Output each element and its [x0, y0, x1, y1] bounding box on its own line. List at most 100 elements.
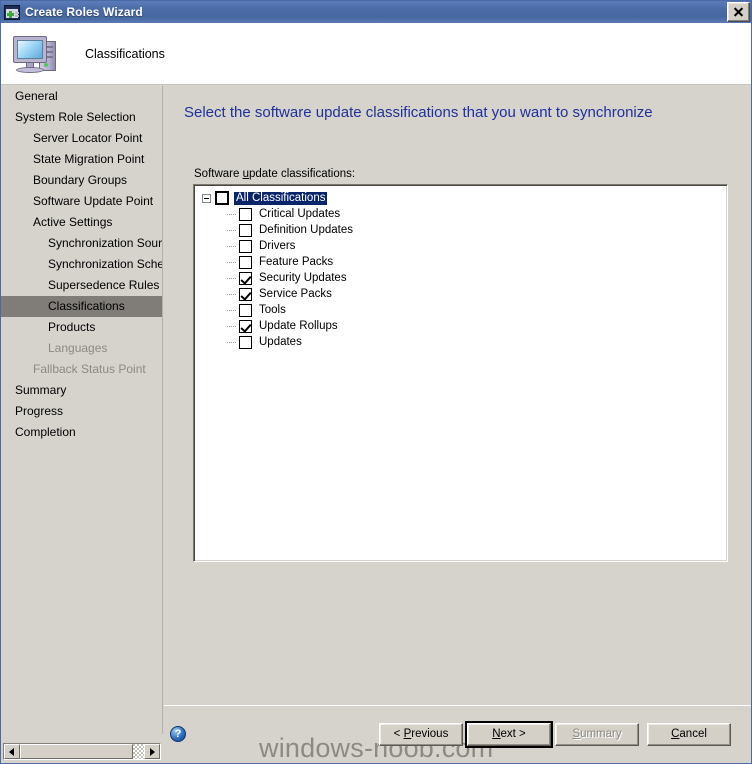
scroll-right-icon[interactable]	[144, 744, 160, 759]
sidebar-item-label: Fallback Status Point	[33, 362, 146, 376]
wizard-footer: ? windows-noob.com < Previous Next > Sum…	[164, 707, 751, 763]
sidebar-item-label: Server Locator Point	[33, 131, 143, 145]
sidebar-item-label: Software Update Point	[33, 194, 154, 208]
tree-item-update-rollups[interactable]: Update Rollups	[194, 318, 727, 334]
sidebar-item-label: State Migration Point	[33, 152, 145, 166]
sidebar-item-general[interactable]: General	[1, 86, 162, 107]
tree-connector-line	[227, 277, 237, 279]
sidebar-item-progress[interactable]: Progress	[1, 401, 162, 422]
sidebar-item-synchronization-schedule[interactable]: Synchronization Schedule	[1, 254, 162, 275]
tree-item-critical-updates[interactable]: Critical Updates	[194, 206, 727, 222]
sidebar-item-boundary-groups[interactable]: Boundary Groups	[1, 170, 162, 191]
tree-connector-line	[227, 309, 237, 311]
checkbox-update-rollups[interactable]	[239, 319, 252, 333]
tree-item-label: Tools	[259, 303, 286, 316]
tree-item-updates[interactable]: Updates	[194, 334, 727, 350]
tree-connector-line	[227, 245, 237, 247]
tree-connector-line	[227, 293, 237, 295]
sidebar-item-label: System Role Selection	[15, 110, 136, 124]
tree-item-security-updates[interactable]: Security Updates	[194, 270, 727, 286]
checkbox-definition-updates[interactable]	[239, 223, 252, 237]
classifications-tree[interactable]: All Classifications Critical Updates Defin…	[193, 184, 728, 562]
window-titlebar: Create Roles Wizard	[1, 1, 751, 23]
checkbox-security-updates[interactable]	[239, 271, 252, 285]
wizard-window-icon	[4, 4, 20, 20]
sidebar-item-software-update-point[interactable]: Software Update Point	[1, 191, 162, 212]
wizard-header: Classifications	[1, 23, 751, 85]
label-part-after: pdate classifications:	[248, 168, 356, 180]
checkbox-updates[interactable]	[239, 335, 252, 349]
sidebar-item-label: Summary	[15, 383, 67, 397]
create-roles-wizard-window: Create Roles Wizard Classifications Gene…	[0, 0, 752, 764]
tree-item-service-packs[interactable]: Service Packs	[194, 286, 727, 302]
sidebar-item-label: Active Settings	[33, 215, 113, 229]
sidebar-divider	[162, 86, 163, 734]
previous-button[interactable]: < Previous	[379, 723, 463, 746]
sidebar-item-label: Progress	[15, 404, 64, 418]
sidebar-item-system-role-selection[interactable]: System Role Selection	[1, 107, 162, 128]
sidebar-item-server-locator-point[interactable]: Server Locator Point	[1, 128, 162, 149]
sidebar-item-label: Languages	[48, 341, 108, 355]
sidebar-item-summary[interactable]: Summary	[1, 380, 162, 401]
label-part-before: Software	[194, 168, 243, 180]
checkbox-all-classifications[interactable]	[215, 191, 229, 205]
sidebar-item-label: Synchronization Source	[48, 236, 162, 250]
sidebar-item-label: Products	[48, 320, 96, 334]
tree-connector-line	[227, 213, 237, 215]
cancel-button[interactable]: Cancel	[647, 723, 731, 746]
tree-item-definition-updates[interactable]: Definition Updates	[194, 222, 727, 238]
sidebar-item-state-migration-point[interactable]: State Migration Point	[1, 149, 162, 170]
window-title: Create Roles Wizard	[25, 5, 143, 19]
sidebar-item-completion[interactable]: Completion	[1, 422, 162, 443]
tree-item-label: Feature Packs	[259, 255, 334, 268]
tree-item-all-classifications[interactable]: All Classifications	[194, 190, 727, 206]
tree-item-label: Update Rollups	[259, 319, 338, 332]
button-label-suffix: revious	[411, 728, 449, 740]
tree-item-label: Security Updates	[259, 271, 347, 284]
collapse-expander-icon[interactable]	[202, 193, 211, 203]
sidebar-item-label: General	[15, 89, 58, 103]
classifications-label: Software update classifications:	[194, 168, 355, 180]
computer-icon	[13, 32, 61, 76]
next-button[interactable]: Next >	[465, 721, 553, 748]
tree-connector-line	[227, 341, 237, 343]
sidebar-item-label: Supersedence Rules	[48, 278, 160, 292]
button-label-suffix: ext >	[500, 728, 526, 740]
button-accel-key: S	[572, 728, 581, 740]
scrollbar-thumb[interactable]	[20, 744, 133, 759]
help-question-icon[interactable]: ?	[170, 726, 186, 742]
checkbox-drivers[interactable]	[239, 239, 252, 253]
checkbox-service-packs[interactable]	[239, 287, 252, 301]
button-accel-key: N	[492, 728, 501, 740]
sidebar-item-label: Synchronization Schedule	[48, 257, 162, 271]
tree-connector-line	[227, 325, 237, 327]
tree-item-label: Service Packs	[259, 287, 332, 300]
sidebar-item-label: Completion	[15, 425, 76, 439]
button-label-suffix: ummary	[580, 728, 622, 740]
tree-connector-line	[227, 261, 237, 263]
summary-button: Summary	[555, 723, 639, 746]
scrollbar-track[interactable]	[133, 744, 144, 759]
content-heading: Select the software update classificatio…	[184, 104, 653, 121]
checkbox-tools[interactable]	[239, 303, 252, 317]
sidebar-item-supersedence-rules[interactable]: Supersedence Rules	[1, 275, 162, 296]
checkbox-critical-updates[interactable]	[239, 207, 252, 221]
tree-item-drivers[interactable]: Drivers	[194, 238, 727, 254]
close-button[interactable]	[727, 2, 750, 22]
sidebar-item-label: Classifications	[48, 299, 125, 313]
sidebar-item-fallback-status-point: Fallback Status Point	[1, 359, 162, 380]
button-label-prefix: <	[393, 728, 404, 740]
tree-item-feature-packs[interactable]: Feature Packs	[194, 254, 727, 270]
sidebar-horizontal-scrollbar[interactable]	[3, 743, 161, 760]
sidebar-item-products[interactable]: Products	[1, 317, 162, 338]
checkbox-feature-packs[interactable]	[239, 255, 252, 269]
wizard-content-pane: Select the software update classificatio…	[164, 86, 751, 705]
sidebar-item-label: Boundary Groups	[33, 173, 128, 187]
tree-item-tools[interactable]: Tools	[194, 302, 727, 318]
scroll-left-icon[interactable]	[4, 744, 20, 759]
sidebar-item-classifications[interactable]: Classifications	[1, 296, 162, 317]
wizard-step-list: General System Role Selection Server Locat…	[1, 86, 162, 734]
sidebar-item-synchronization-source[interactable]: Synchronization Source	[1, 233, 162, 254]
page-title: Classifications	[85, 46, 165, 61]
sidebar-item-active-settings[interactable]: Active Settings	[1, 212, 162, 233]
